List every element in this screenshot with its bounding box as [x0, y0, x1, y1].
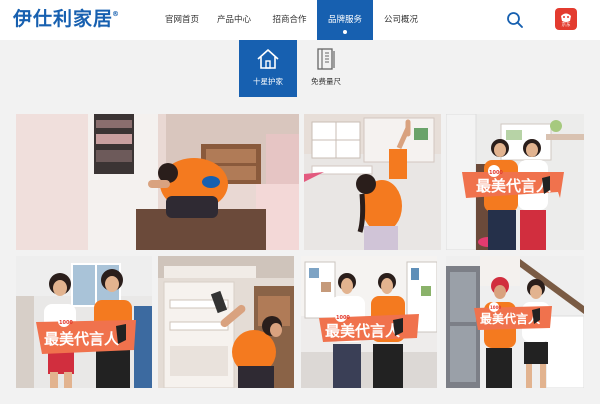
top-header: 伊仕利家居® 官网首页 产品中心 招商合作 品牌服务 公司概况 京东 — [0, 0, 600, 40]
search-icon[interactable] — [504, 9, 526, 31]
tab-free-measure[interactable]: 免费量尺 — [297, 40, 355, 97]
gallery-photo-5[interactable] — [158, 256, 294, 388]
svg-text:最美代言人: 最美代言人 — [480, 311, 541, 326]
jd-app-icon[interactable]: 京东 — [555, 8, 577, 30]
gallery-photo-1[interactable] — [16, 114, 299, 250]
svg-text:1000: 1000 — [336, 315, 350, 321]
nav-item-franchise[interactable]: 招商合作 — [262, 0, 317, 40]
nav-item-brand-service[interactable]: 品牌服务 — [317, 0, 373, 40]
gallery-photo-4[interactable]: 最美代言人 1000 — [16, 256, 152, 388]
gallery-photo-3[interactable]: 最美代言人 1000 — [446, 114, 584, 250]
nav-item-products[interactable]: 产品中心 — [206, 0, 262, 40]
main-nav: 官网首页 产品中心 招商合作 品牌服务 公司概况 — [158, 0, 429, 40]
svg-text:1000: 1000 — [59, 320, 73, 326]
nav-item-home[interactable]: 官网首页 — [158, 0, 206, 40]
svg-text:最美代言人: 最美代言人 — [44, 330, 120, 348]
sub-nav-band: 十星护家 免费量尺 — [0, 40, 600, 97]
ruler-book-icon — [317, 48, 335, 70]
svg-text:1000: 1000 — [490, 305, 501, 310]
brand-logo[interactable]: 伊仕利家居® — [13, 7, 120, 35]
gallery-photo-6[interactable]: 最美代言人 1000 — [301, 256, 437, 388]
photo-gallery: 最美代言人 1000 最美代言人 1000 最美代言人 1000 最美代言人 1… — [0, 97, 600, 404]
active-dot — [343, 30, 347, 34]
nav-item-company[interactable]: 公司概况 — [373, 0, 429, 40]
house-icon — [257, 49, 279, 69]
tab-ten-star-care[interactable]: 十星护家 — [239, 40, 297, 97]
svg-text:最美代言人: 最美代言人 — [325, 322, 401, 340]
gallery-photo-2[interactable] — [304, 114, 441, 250]
svg-text:最美代言人: 最美代言人 — [476, 177, 552, 195]
svg-text:1000: 1000 — [489, 170, 503, 176]
gallery-photo-7[interactable]: 最美代言人 1000 — [446, 256, 584, 388]
